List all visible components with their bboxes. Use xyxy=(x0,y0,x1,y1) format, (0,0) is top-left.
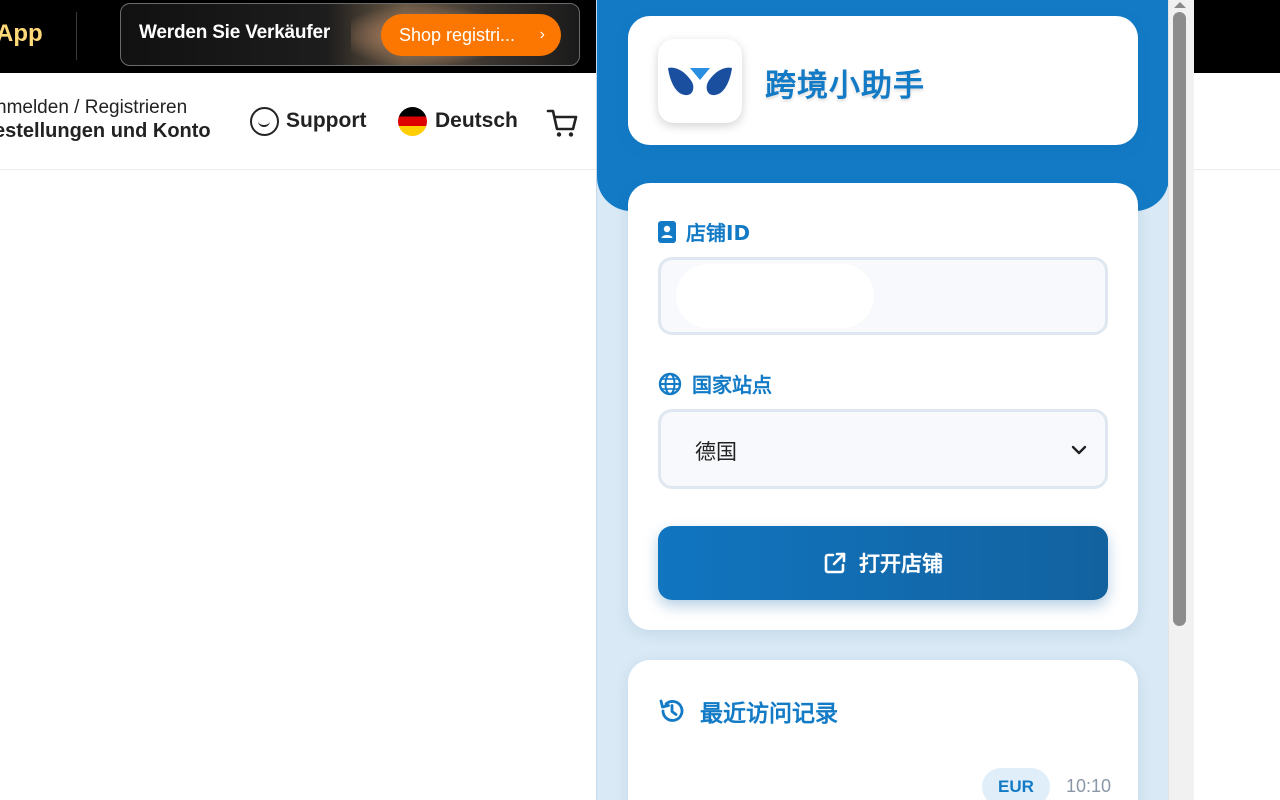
language-label: Deutsch xyxy=(435,109,518,132)
account-orders-link[interactable]: estellungen und Konto xyxy=(0,120,211,143)
wings-logo-icon xyxy=(668,67,732,96)
brand-card: 跨境小助手 xyxy=(628,16,1138,145)
top-bar-divider xyxy=(76,12,77,60)
open-store-button[interactable]: 打开店铺 xyxy=(658,526,1108,600)
open-store-label: 打开店铺 xyxy=(859,552,943,576)
seller-banner[interactable]: Werden Sie Verkäufer Shop registri... › xyxy=(120,3,580,66)
currency-badge: EUR xyxy=(982,768,1050,800)
history-header: 最近访问记录 xyxy=(658,694,838,728)
country-site-label-text: 国家站点 xyxy=(692,373,772,397)
external-link-icon xyxy=(824,552,846,574)
banner-title: Werden Sie Verkäufer xyxy=(139,22,331,43)
country-site-label: 国家站点 xyxy=(658,369,772,398)
store-id-label-text: 店铺ID xyxy=(686,221,751,245)
history-title: 最近访问记录 xyxy=(700,701,838,727)
store-id-field[interactable] xyxy=(658,257,1108,335)
history-timestamp: 10:10 xyxy=(1066,776,1112,796)
account-login-link[interactable]: nmelden / Registrieren xyxy=(0,97,187,119)
extension-popup: 跨境小助手 店铺ID 国家站点 德国 打开店铺 最近访问记录 EUR 10:10 xyxy=(596,0,1168,800)
scrollbar-thumb[interactable] xyxy=(1173,12,1186,626)
recent-history-card: 最近访问记录 EUR 10:10 xyxy=(628,660,1138,800)
cart-button[interactable] xyxy=(546,107,580,139)
register-shop-button[interactable]: Shop registri... › xyxy=(381,14,561,56)
register-shop-label: Shop registri... xyxy=(399,25,516,45)
id-badge-icon xyxy=(658,220,676,243)
language-selector[interactable]: Deutsch xyxy=(398,105,518,137)
chat-smile-icon xyxy=(250,106,279,136)
germany-flag-icon xyxy=(398,106,427,136)
store-form-card: 店铺ID 国家站点 德国 打开店铺 xyxy=(628,183,1138,630)
support-link[interactable]: Support xyxy=(250,105,366,137)
app-title: 跨境小助手 xyxy=(765,68,925,104)
country-select[interactable]: 德国 xyxy=(658,409,1108,489)
store-id-label: 店铺ID xyxy=(658,217,750,246)
scroll-up-arrow-icon[interactable] xyxy=(1174,2,1186,8)
chevron-right-icon: › xyxy=(539,26,545,43)
app-promo-text[interactable]: App xyxy=(0,20,43,48)
chevron-down-icon xyxy=(1071,445,1087,455)
cart-icon xyxy=(546,109,578,137)
store-id-input[interactable] xyxy=(661,260,1105,332)
app-logo xyxy=(658,39,742,123)
support-label: Support xyxy=(286,109,367,132)
country-selected-value: 德国 xyxy=(695,440,737,464)
history-icon xyxy=(659,699,684,722)
globe-icon xyxy=(658,372,682,395)
